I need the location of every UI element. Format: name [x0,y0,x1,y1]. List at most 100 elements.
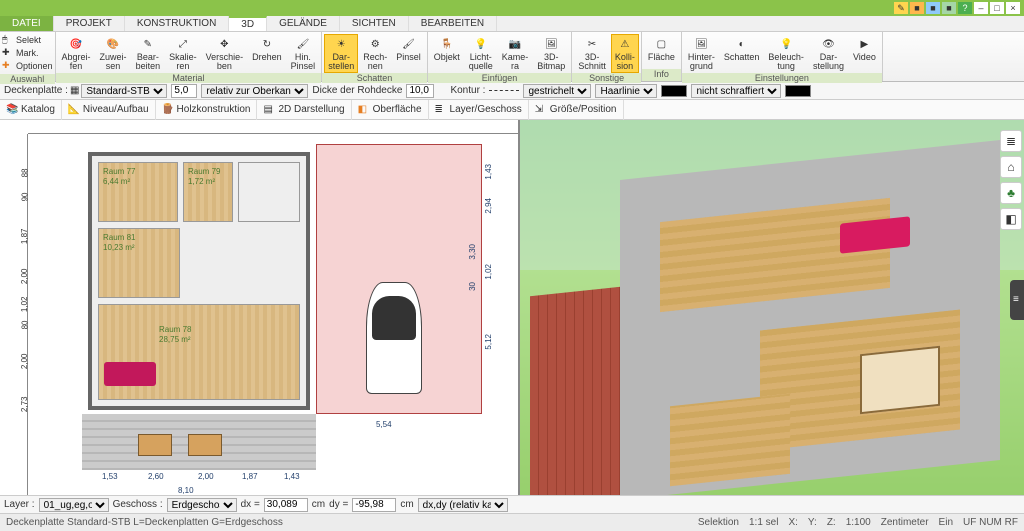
haarlinie-select[interactable]: Haarlinie [595,84,657,98]
titlebar-btn-3[interactable]: ■ [926,2,940,14]
status-y: Y: [808,517,817,528]
niveau-button[interactable]: 📐Niveau/Aufbau [62,100,156,120]
bearbeiten-button[interactable]: ✎Bear- beiten [132,34,165,73]
drehen-button[interactable]: ↻Drehen [248,34,286,73]
deckenplatte-select[interactable]: Standard-STB [81,84,167,98]
maximize-button[interactable]: □ [990,2,1004,14]
tab-datei[interactable]: DATEI [0,16,54,31]
layers-icon[interactable]: ≣ [1000,130,1022,152]
objekt-button[interactable]: 🪑Objekt [430,34,464,73]
tab-gelaende[interactable]: GELÄNDE [267,16,340,31]
darstellen-button[interactable]: ☀Dar- stellen [324,34,358,73]
titlebar: ✎ ■ ■ ■ ? – □ × [0,0,1024,16]
dim-label: 1,43 [484,164,493,180]
hintergrund-button[interactable]: 🖼Hinter- grund [684,34,719,73]
bed-3d[interactable] [860,346,940,414]
ruler-horizontal [28,120,518,134]
room-81[interactable]: Raum 8110,23 m² [98,228,180,298]
mark-button[interactable]: ✚Mark. [2,47,53,59]
tab-sichten[interactable]: SICHTEN [340,16,409,31]
titlebar-btn-1[interactable]: ✎ [894,2,908,14]
dy-label: dy = [329,499,348,510]
dx-input[interactable] [264,498,308,512]
pinsel-button[interactable]: 🖌Pinsel [392,34,425,73]
darstellung-button[interactable]: 👁Dar- stellung [809,34,848,73]
view-2d[interactable]: 88 90 1,87 2,00 1,02 80 2,00 2,73 Raum 7… [0,120,520,495]
rechnen-button[interactable]: ⚙Rech- nen [359,34,391,73]
titlebar-btn-4[interactable]: ■ [942,2,956,14]
status-unit: Zentimeter [881,517,929,528]
dicke-input[interactable] [406,84,434,98]
ribbon-group-schatten: ☀Dar- stellen ⚙Rech- nen 🖌Pinsel Schatte… [322,32,428,81]
dim-label: 30 [468,282,477,291]
zuweisen-button[interactable]: 🎨Zuwei- sen [96,34,131,73]
bitmap-button[interactable]: 🖼3D- Bitmap [533,34,569,73]
lichtquelle-button[interactable]: 💡Licht- quelle [465,34,497,73]
tab-projekt[interactable]: PROJEKT [54,16,125,31]
kollision-button[interactable]: ⚠Kolli- sion [611,34,639,73]
schatten-settings-button[interactable]: ◐Schatten [720,34,764,73]
layer-geschoss-button[interactable]: ≣Layer/Geschoss [429,100,529,120]
darstellung2d-button[interactable]: ▤2D Darstellung [257,100,351,120]
color-swatch[interactable] [661,85,687,97]
geschoss-label: Geschoss : [113,499,163,510]
ribbon-group-info: ▢Fläche Info [642,32,682,81]
tab-konstruktion[interactable]: KONSTRUKTION [125,16,229,31]
dy-unit: cm [400,499,413,510]
relativ-select[interactable]: relativ zur Oberkan [201,84,308,98]
dy-input[interactable] [352,498,396,512]
house-icon[interactable]: ⌂ [1000,156,1022,178]
katalog-button[interactable]: 📚Katalog [0,100,62,120]
room-79[interactable]: Raum 791,72 m² [183,162,233,222]
car-2d[interactable] [366,282,422,394]
group-label-schatten: Schatten [322,73,427,83]
groesse-position-button[interactable]: ⇲Größe/Position [529,100,624,120]
tab-bearbeiten[interactable]: BEARBEITEN [409,16,497,31]
num1-input[interactable] [171,84,197,98]
kamera-button[interactable]: 📷Kame- ra [498,34,533,73]
ribbon-group-auswahl: 🖱Selekt ✚Mark. ✚Optionen Auswahl [0,32,56,81]
verschieben-button[interactable]: ✥Verschie- ben [202,34,248,73]
skalieren-button[interactable]: ⤢Skalie- ren [165,34,201,73]
bench-1[interactable] [138,434,172,456]
close-button[interactable]: × [1006,2,1020,14]
help-button[interactable]: ? [958,2,972,14]
holz-button[interactable]: 🪵Holzkonstruktion [156,100,258,120]
beleuchtung-button[interactable]: 💡Beleuch- tung [764,34,808,73]
side-panel-pulltab[interactable] [1010,280,1024,320]
abgreifen-button[interactable]: 🎯Abgrei- fen [58,34,95,73]
video-button[interactable]: ▶Video [849,34,880,73]
kontur-preview [489,90,519,91]
room-77[interactable]: Raum 776,44 m² [98,162,178,222]
stair-area[interactable] [238,162,300,222]
house-3d[interactable] [560,150,984,485]
dim-label: 5,54 [376,420,392,429]
schnitt-button[interactable]: ✂3D- Schnitt [574,34,610,73]
schraffur-select[interactable]: nicht schraffiert [691,84,781,98]
tab-3d[interactable]: 3D [229,16,267,31]
coord-mode-select[interactable]: dx,dy (relativ ka [418,498,508,512]
sofa-2d[interactable] [104,362,156,386]
optionen-button[interactable]: ✚Optionen [2,60,53,72]
minimize-button[interactable]: – [974,2,988,14]
kontur-label: Kontur : [450,85,485,96]
flaeche-button[interactable]: ▢Fläche [644,34,679,69]
hin-pinsel-button[interactable]: 🖌Hin. Pinsel [287,34,320,73]
palette-icon[interactable]: ◧ [1000,208,1022,230]
oberflaeche-button[interactable]: ◧Oberfläche [352,100,429,120]
selekt-button[interactable]: 🖱Selekt [2,34,53,46]
floorplan[interactable]: Raum 776,44 m² Raum 791,72 m² Raum 8110,… [28,134,518,495]
layer-label: Layer : [4,499,35,510]
kontur-select[interactable]: gestrichelt [523,84,591,98]
layer-select[interactable]: 01_ug,eg,og [39,498,109,512]
color-swatch-2[interactable] [785,85,811,97]
bottom-input-bar: Layer : 01_ug,eg,og Geschoss : Erdgescho… [0,495,1024,513]
dim-label: 2,60 [148,472,164,481]
tree-icon[interactable]: ♣ [1000,182,1022,204]
view-3d[interactable]: ≣ ⌂ ♣ ◧ [520,120,1024,495]
ribbon: 🖱Selekt ✚Mark. ✚Optionen Auswahl 🎯Abgrei… [0,32,1024,82]
menu-tabs: DATEI PROJEKT KONSTRUKTION 3D GELÄNDE SI… [0,16,1024,32]
bench-2[interactable] [188,434,222,456]
geschoss-select[interactable]: Erdgeschos [167,498,237,512]
titlebar-btn-2[interactable]: ■ [910,2,924,14]
